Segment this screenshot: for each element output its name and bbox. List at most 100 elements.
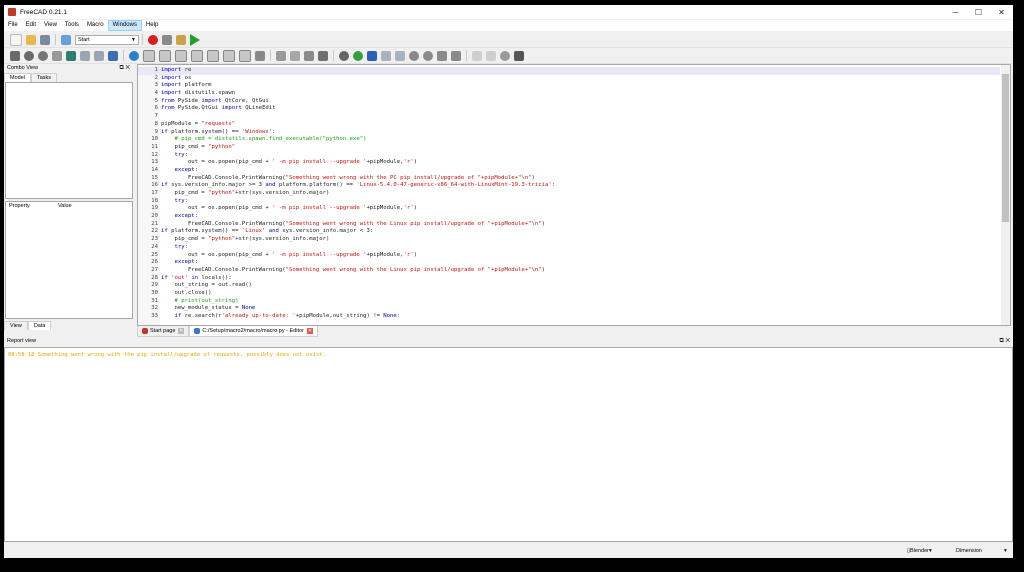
code-line[interactable]: 19 out = os.popen(pip_cmd + ' -m pip ins… (138, 205, 1000, 213)
code-line[interactable]: 31 # print(out_string) (138, 298, 1000, 306)
top-view-icon[interactable] (175, 49, 187, 62)
workbench-selector[interactable]: Start ▼ (75, 34, 139, 45)
link-actions-icon[interactable] (318, 50, 328, 61)
web-stop-icon[interactable] (339, 50, 349, 61)
code-line[interactable]: 3 import platform (138, 82, 1000, 90)
run-macro-icon[interactable] (190, 33, 200, 46)
menu-macro[interactable]: Macro (83, 20, 108, 31)
code-line[interactable]: 2 import os (138, 75, 1000, 83)
code-line[interactable]: 13 out = os.popen(pip_cmd + ' -m pip ins… (138, 159, 1000, 167)
menu-file[interactable]: File (4, 20, 22, 31)
menu-edit[interactable]: Edit (22, 20, 40, 31)
right-view-icon[interactable] (191, 49, 203, 62)
code-line[interactable]: 25 out = os.popen(pip_cmd + ' -m pip ins… (138, 252, 1000, 260)
part-icon[interactable] (276, 50, 286, 61)
undo-icon[interactable] (472, 50, 482, 61)
editor-scrollbar[interactable] (1001, 65, 1010, 325)
zoom-icon[interactable] (129, 50, 139, 61)
code-line[interactable]: 4 import distutils.spawn (138, 90, 1000, 98)
code-line[interactable]: 23 pip_cmd = "python" +str(sys.version_in… (138, 236, 1000, 244)
tab-model[interactable]: Model (4, 73, 31, 82)
new-file-icon[interactable] (10, 33, 22, 46)
navigation-style-selector[interactable]: ▯ Blender ▾ (907, 546, 932, 556)
code-line[interactable]: 27 FreeCAD.Console.PrintWarning("Somethi… (138, 267, 1000, 275)
tab-view[interactable]: View (4, 321, 28, 330)
front-view-icon[interactable] (159, 49, 171, 62)
bounding-box-icon[interactable] (52, 50, 62, 61)
code-line[interactable]: 22 if platform.system() == 'Linux' and sy… (138, 228, 1000, 236)
menu-help[interactable]: Help (142, 20, 162, 31)
report-view[interactable]: 08:58:18 Something went wrong with the p… (4, 347, 1013, 542)
stop-macro-icon[interactable] (162, 34, 172, 45)
close-tab-icon[interactable]: ✕ (306, 327, 313, 334)
code-line[interactable]: 26 except: (138, 259, 1000, 267)
isometric-icon[interactable] (143, 49, 155, 62)
code-line[interactable]: 28 if 'out' in locals(): (138, 275, 1000, 283)
web-go-icon[interactable] (367, 50, 377, 61)
record-macro-icon[interactable] (148, 34, 158, 45)
save-file-icon[interactable] (40, 34, 50, 45)
code-line[interactable]: 15 FreeCAD.Console.PrintWarning("Somethi… (138, 175, 1000, 183)
web-forward-icon[interactable] (395, 50, 405, 61)
menu-tools[interactable]: Tools (61, 20, 83, 31)
tab-start-page[interactable]: Start page ✕ (137, 325, 190, 337)
menu-windows[interactable]: Windows (107, 20, 142, 31)
fit-all-icon[interactable] (10, 50, 20, 61)
redo-icon[interactable] (486, 50, 496, 61)
code-line[interactable]: 24 try: (138, 244, 1000, 252)
code-line[interactable]: 8 pipModule = "requests" (138, 121, 1000, 129)
code-line[interactable]: 32 new_module_status = None (138, 305, 1000, 313)
code-line[interactable]: 33 if re.search(r'already up-to-date: ' +… (138, 313, 1000, 321)
back-arrow-icon[interactable] (80, 50, 90, 61)
rear-view-icon[interactable] (207, 49, 219, 62)
panel-float-close-icon[interactable]: ⧉ ✕ (119, 64, 130, 73)
zoom-out-icon[interactable] (451, 50, 461, 61)
code-line[interactable]: 17 pip_cmd = "python" +str(sys.version_in… (138, 190, 1000, 198)
minimize-button[interactable]: ─ (944, 5, 967, 19)
close-window-button[interactable]: ✕ (990, 5, 1013, 19)
code-line[interactable]: 30 out.close() (138, 290, 1000, 298)
menu-view[interactable]: View (40, 20, 61, 31)
close-tab-icon[interactable]: ✕ (178, 327, 185, 334)
tab-data[interactable]: Data (27, 321, 52, 330)
zoom-in-icon[interactable] (437, 50, 447, 61)
open-file-icon[interactable] (26, 34, 36, 45)
forward-arrow-icon[interactable] (94, 50, 104, 61)
web-stop-load-icon[interactable] (423, 50, 433, 61)
unit-schema-selector[interactable]: Dimension ▾ (956, 546, 1007, 556)
stereo-icon[interactable] (66, 50, 76, 61)
code-line[interactable]: 6 from PySide.QtGui import QLineEdit (138, 105, 1000, 113)
draw-style-icon[interactable] (38, 50, 48, 61)
code-line[interactable]: 16 if sys.version_info.major >= 3 and pla… (138, 182, 1000, 190)
code-line[interactable]: 18 try: (138, 198, 1000, 206)
tab-tasks[interactable]: Tasks (30, 73, 58, 82)
code-line[interactable]: 14 except: (138, 167, 1000, 175)
code-line[interactable]: 9 if platform.system() == 'Windows': (138, 129, 1000, 137)
scrollbar-thumb[interactable] (1002, 74, 1009, 222)
code-line[interactable]: 20 except: (138, 213, 1000, 221)
code-line[interactable]: 21 FreeCAD.Console.PrintWarning("Somethi… (138, 221, 1000, 229)
edit-macro-icon[interactable] (176, 34, 186, 45)
tab-macro-editor[interactable]: C:/Setup/macro2/macro/macro.py - Editor … (189, 325, 318, 337)
code-area[interactable]: 1 import re 2 import os 3 import platform 4 imp… (138, 67, 1000, 321)
group-icon[interactable] (290, 50, 300, 61)
code-line[interactable]: 12 try: (138, 152, 1000, 160)
std-views-icon[interactable] (108, 50, 118, 61)
code-line[interactable]: 5 from PySide import QtCore, QtGui (138, 98, 1000, 106)
fit-selection-icon[interactable] (24, 50, 34, 61)
code-line[interactable]: 29 out_string = out.read() (138, 282, 1000, 290)
code-line[interactable]: 7 (138, 113, 1000, 121)
code-line[interactable]: 11 pip_cmd = "python" (138, 144, 1000, 152)
web-globe-icon[interactable] (353, 50, 363, 61)
code-line[interactable]: 10 # pip_cmd = distutils.spawn.find_exec… (138, 136, 1000, 144)
maximize-button[interactable]: ☐ (967, 5, 990, 19)
refresh-icon[interactable] (500, 50, 510, 61)
panel-float-close-icon[interactable]: ⧉ ✕ (999, 337, 1010, 346)
web-back-icon[interactable] (381, 50, 391, 61)
whats-this-icon[interactable] (514, 50, 524, 61)
link-icon[interactable] (304, 50, 314, 61)
property-editor[interactable]: Property Value (5, 201, 133, 319)
code-line[interactable]: 1 import re (138, 67, 1000, 75)
model-tree[interactable] (5, 82, 133, 199)
left-view-icon[interactable] (239, 49, 251, 62)
